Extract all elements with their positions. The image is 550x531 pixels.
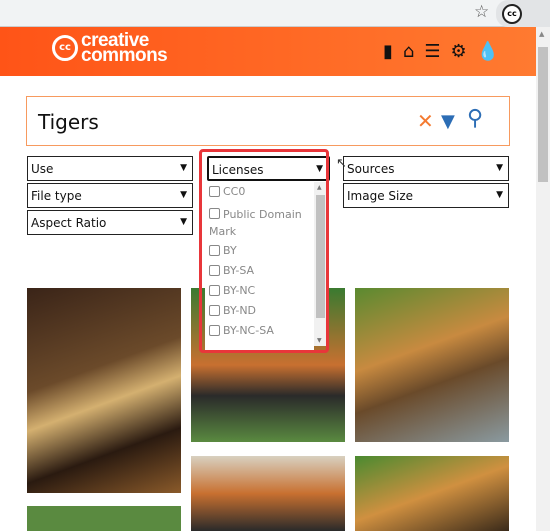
list-icon[interactable]: ☰	[424, 41, 440, 62]
result-image[interactable]	[27, 506, 181, 531]
highlight-box	[199, 149, 329, 353]
home-icon[interactable]: ⌂	[403, 41, 414, 62]
image-size-select[interactable]: Image Size ▼	[343, 183, 509, 208]
file-type-select[interactable]: File type ▼	[27, 183, 193, 208]
app-header: cc creative commons ▮ ⌂ ☰ ⚙ 💧	[0, 27, 536, 76]
search-input[interactable]: Tigers	[38, 110, 99, 134]
drop-icon[interactable]: 💧	[477, 41, 499, 62]
result-image[interactable]	[355, 288, 509, 442]
close-icon[interactable]: ✕	[417, 109, 434, 133]
aspect-ratio-select[interactable]: Aspect Ratio ▼	[27, 210, 193, 235]
browser-toolbar: ☆ cc	[0, 0, 550, 27]
mouse-cursor-icon: ↖	[336, 156, 347, 171]
filter-icon[interactable]: ▼	[441, 111, 455, 132]
result-image[interactable]	[191, 456, 345, 531]
bookmark-icon[interactable]: ▮	[383, 41, 393, 62]
gear-icon[interactable]: ⚙	[450, 41, 466, 62]
creative-commons-logo[interactable]: cc creative commons	[52, 31, 168, 65]
use-select[interactable]: Use ▼	[27, 156, 193, 181]
sources-select[interactable]: Sources ▼	[343, 156, 509, 181]
search-icon[interactable]: ⚲	[467, 106, 483, 131]
result-image[interactable]	[27, 288, 181, 493]
creative-commons-icon[interactable]: cc	[502, 4, 522, 24]
result-image[interactable]	[355, 456, 509, 531]
search-box: Tigers ✕ ▼ ⚲	[26, 96, 510, 146]
star-icon[interactable]: ☆	[474, 2, 489, 22]
page-scrollbar[interactable]: ▲	[536, 27, 550, 531]
